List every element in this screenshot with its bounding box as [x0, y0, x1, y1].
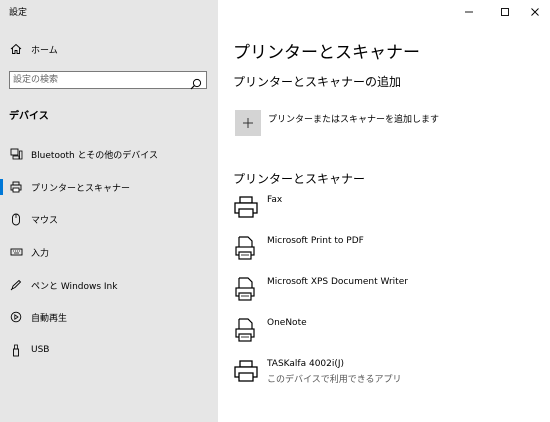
document-printer-icon: [233, 276, 259, 302]
document-printer-icon: [233, 235, 259, 261]
printer-name: TASKalfa 4002i(J): [267, 359, 345, 369]
printer-name: Fax: [267, 195, 283, 205]
close-button[interactable]: [520, 2, 550, 20]
main-pane: プリンターとスキャナー プリンターとスキャナーの追加 プリンターまたはスキャナー…: [218, 0, 550, 422]
printer-name: Microsoft XPS Document Writer: [267, 277, 408, 287]
printer-name: Microsoft Print to PDF: [267, 236, 364, 246]
sidebar-item-label: プリンターとスキャナー: [31, 183, 131, 194]
search-box[interactable]: [9, 71, 207, 90]
minimize-button[interactable]: [454, 2, 484, 20]
section-title: デバイス: [9, 111, 49, 122]
sidebar-item-mouse[interactable]: マウス: [0, 205, 218, 233]
sidebar-item-label: ペンと Windows Ink: [31, 281, 118, 292]
sidebar-item-input[interactable]: 入力: [0, 238, 218, 266]
sidebar-item-label: 入力: [31, 248, 50, 259]
printer-item-xps-writer[interactable]: Microsoft XPS Document Writer: [233, 276, 533, 310]
add-printer-button[interactable]: [235, 110, 261, 136]
plus-icon: [242, 114, 254, 133]
keyboard-icon: [9, 245, 23, 259]
search-icon[interactable]: [190, 75, 202, 90]
pen-icon: [9, 278, 23, 292]
home-icon: [9, 42, 23, 56]
sidebar-item-label: Bluetooth とその他のデバイス: [31, 150, 159, 161]
printer-icon: [233, 358, 259, 384]
sidebar: 設定 ホーム デバイス Bluetooth とその他のデバイス プリンターとスキ…: [0, 0, 218, 422]
maximize-icon: [500, 2, 510, 21]
printer-item-onenote[interactable]: OneNote: [233, 317, 533, 351]
minimize-icon: [464, 2, 474, 21]
printer-item-fax[interactable]: Fax: [233, 194, 533, 228]
sidebar-item-label: USB: [31, 345, 50, 355]
printer-item-taskalfa[interactable]: TASKalfa 4002i(J) このデバイスで利用できるアプリ: [233, 358, 533, 392]
document-printer-icon: [233, 317, 259, 343]
sidebar-item-label: ホーム: [31, 45, 58, 56]
sidebar-item-home[interactable]: ホーム: [0, 35, 218, 63]
window-title: 設定: [9, 8, 28, 18]
printer-item-print-to-pdf[interactable]: Microsoft Print to PDF: [233, 235, 533, 269]
printer-name: OneNote: [267, 318, 307, 328]
usb-icon: [9, 343, 23, 357]
close-icon: [530, 2, 540, 21]
autoplay-icon: [9, 310, 23, 324]
maximize-button[interactable]: [490, 2, 520, 20]
selected-indicator: [0, 179, 3, 195]
sidebar-item-printers[interactable]: プリンターとスキャナー: [0, 173, 218, 201]
printer-icon: [9, 180, 23, 194]
sidebar-item-usb[interactable]: USB: [0, 336, 218, 364]
mouse-icon: [9, 212, 23, 226]
page-title: プリンターとスキャナー: [233, 43, 420, 63]
add-section-title: プリンターとスキャナーの追加: [233, 75, 402, 89]
sidebar-item-bluetooth[interactable]: Bluetooth とその他のデバイス: [0, 140, 218, 168]
bluetooth-devices-icon: [9, 147, 23, 161]
fax-printer-icon: [233, 194, 259, 220]
printers-section-title: プリンターとスキャナー: [233, 172, 366, 186]
search-input[interactable]: [13, 73, 183, 87]
sidebar-item-autoplay[interactable]: 自動再生: [0, 303, 218, 331]
sidebar-item-label: 自動再生: [31, 313, 68, 324]
sidebar-item-label: マウス: [31, 215, 59, 226]
add-printer-label[interactable]: プリンターまたはスキャナーを追加します: [268, 112, 439, 125]
printer-status: このデバイスで利用できるアプリ: [267, 375, 402, 385]
sidebar-item-pen[interactable]: ペンと Windows Ink: [0, 271, 218, 299]
